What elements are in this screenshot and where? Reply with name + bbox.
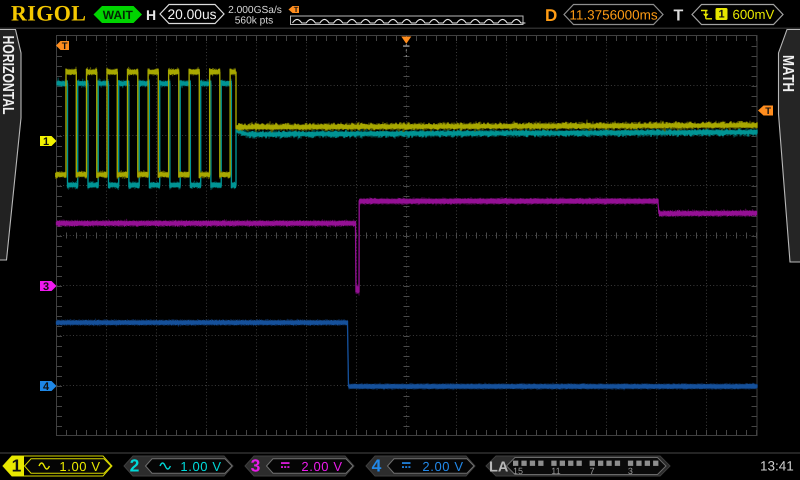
svg-text:1: 1: [12, 456, 22, 476]
svg-text:2.00 V: 2.00 V: [422, 459, 463, 474]
svg-text:1: 1: [718, 9, 724, 21]
svg-text:2.000GSa/s: 2.000GSa/s: [228, 5, 282, 16]
svg-text:1: 1: [43, 136, 49, 148]
svg-text:15: 15: [513, 466, 523, 476]
svg-text:MATH: MATH: [779, 55, 796, 92]
svg-text:RIGOL: RIGOL: [11, 1, 86, 26]
svg-text:600mV: 600mV: [733, 7, 775, 22]
svg-text:4: 4: [372, 456, 382, 476]
svg-text:3: 3: [251, 456, 261, 476]
svg-text:2.00 V: 2.00 V: [301, 459, 342, 474]
svg-text:H: H: [146, 7, 156, 23]
svg-text:T: T: [765, 106, 771, 117]
svg-text:2: 2: [130, 456, 140, 476]
svg-text:4: 4: [43, 381, 50, 393]
svg-text:11.3756000ms: 11.3756000ms: [569, 8, 658, 23]
svg-text:560k pts: 560k pts: [235, 16, 274, 27]
svg-text:7: 7: [590, 466, 595, 476]
svg-text:T: T: [674, 8, 684, 25]
svg-text:T: T: [294, 5, 299, 14]
svg-text:3: 3: [628, 466, 633, 476]
svg-text:T: T: [62, 41, 68, 52]
svg-text:HORIZONTAL: HORIZONTAL: [0, 36, 16, 115]
svg-text:3: 3: [43, 281, 49, 293]
svg-text:11: 11: [551, 466, 560, 476]
svg-text:D: D: [545, 6, 557, 25]
svg-text:1.00 V: 1.00 V: [180, 459, 221, 474]
svg-text:1.00 V: 1.00 V: [59, 459, 100, 474]
svg-text:LA: LA: [489, 460, 509, 476]
svg-text:20.00us: 20.00us: [167, 7, 216, 22]
svg-text:13:41: 13:41: [760, 459, 794, 474]
svg-text:WAIT: WAIT: [103, 8, 134, 22]
